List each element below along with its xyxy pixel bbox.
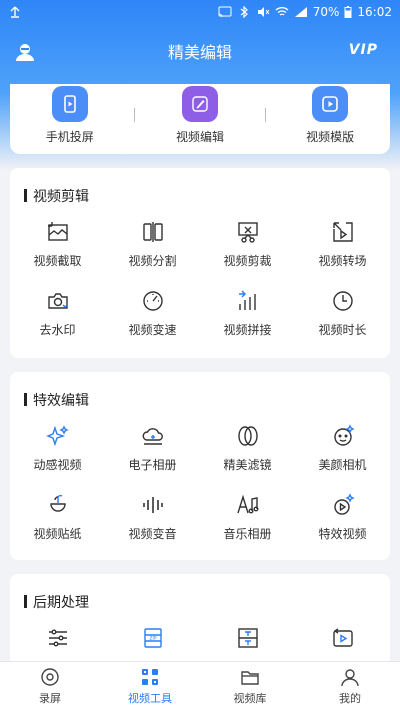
crop-icon [47, 222, 68, 241]
tool-dynamic-video[interactable]: 动感视频 [10, 424, 105, 473]
app-header: 精美编辑 VIP [0, 28, 400, 74]
tool-text[interactable] [200, 626, 295, 650]
section-post-processing: 后期处理 ZIP [10, 574, 390, 674]
user-icon[interactable] [14, 41, 36, 63]
split-icon [142, 222, 163, 242]
adjust-sliders-icon [48, 629, 67, 647]
quick-action-video-edit[interactable]: 视频编辑 [145, 86, 255, 145]
quick-action-screen-cast[interactable]: 手机投屏 [15, 86, 125, 145]
nav-video-tools[interactable]: 视频工具 [100, 662, 200, 711]
cloud-album-icon [142, 428, 163, 445]
status-bar: 70% 16:02 [0, 0, 400, 24]
transition-icon [332, 222, 353, 242]
speed-icon [142, 291, 163, 311]
section-effects: 特效编辑 动感视频 电子相册 精美滤镜 美颜相机 视频贴纸 视频变音 音乐相册 [10, 372, 390, 560]
vip-button[interactable]: VIP [349, 42, 378, 58]
cut-icon [237, 222, 258, 243]
quick-action-label: 视频模版 [306, 130, 355, 144]
tools-icon [142, 669, 158, 685]
tool-video-sticker[interactable]: 视频贴纸 [10, 493, 105, 542]
video-template-icon [312, 86, 349, 122]
tool-compress[interactable]: ZIP [105, 626, 200, 650]
tool-video-merge[interactable]: 视频拼接 [200, 289, 295, 338]
quick-action-video-template[interactable]: 视频模版 [275, 86, 385, 145]
battery-percent: 70% [312, 5, 340, 19]
section-title: 特效编辑 [24, 390, 89, 410]
divider [134, 108, 136, 122]
tool-adjust[interactable] [10, 626, 105, 650]
tool-effects-video[interactable]: 特效视频 [295, 493, 390, 542]
divider [264, 108, 266, 122]
svg-text:ZIP: ZIP [149, 636, 156, 642]
tool-video-capture[interactable]: 视频截取 [10, 220, 105, 269]
folder-icon [241, 671, 259, 685]
tool-voice-change[interactable]: 视频变音 [105, 493, 200, 542]
tool-electronic-album[interactable]: 电子相册 [105, 424, 200, 473]
cast-icon [218, 6, 232, 18]
sparkle-icon [45, 425, 69, 447]
merge-icon [238, 290, 256, 310]
tool-beauty-camera[interactable]: 美颜相机 [295, 424, 390, 473]
music-album-icon [236, 494, 259, 514]
tool-video-cut[interactable]: 视频剪裁 [200, 220, 295, 269]
upload-icon [10, 6, 20, 18]
clock-icon [332, 291, 353, 311]
tool-video-speed[interactable]: 视频变速 [105, 289, 200, 338]
mute-icon [257, 7, 270, 17]
text-icon [237, 628, 258, 648]
filter-icon [237, 426, 258, 446]
nav-profile[interactable]: 我的 [300, 662, 400, 711]
wifi-icon [275, 7, 289, 16]
bluetooth-icon [240, 6, 248, 18]
page-title: 精美编辑 [167, 43, 232, 62]
clock-time: 16:02 [357, 5, 392, 19]
quick-action-label: 手机投屏 [45, 130, 94, 144]
nav-video-library[interactable]: 视频库 [200, 662, 300, 711]
tool-reverse[interactable] [295, 626, 390, 650]
tool-remove-watermark[interactable]: 去水印 [10, 289, 105, 338]
beauty-face-icon [333, 424, 355, 446]
tool-music-album[interactable]: 音乐相册 [200, 493, 295, 542]
section-title: 后期处理 [24, 592, 89, 612]
pencil-icon [181, 86, 218, 122]
tool-video-split[interactable]: 视频分割 [105, 220, 200, 269]
quick-action-label: 视频编辑 [175, 130, 224, 144]
section-video-edit: 视频剪辑 视频截取 视频分割 视频剪裁 视频转场 去水印 视频变速 视频拼接 视… [10, 168, 390, 358]
quick-actions-card: 手机投屏 视频编辑 视频模版 [10, 84, 390, 154]
tool-filters[interactable]: 精美滤镜 [200, 424, 295, 473]
nav-record[interactable]: 录屏 [0, 662, 100, 711]
reverse-play-icon [332, 628, 353, 647]
bottom-navigation: 录屏 视频工具 视频库 我的 [0, 661, 400, 711]
effects-video-icon [333, 493, 355, 515]
tool-video-duration[interactable]: 视频时长 [295, 289, 390, 338]
record-icon [41, 668, 59, 686]
signal-icon [294, 7, 307, 17]
screen-cast-icon [51, 86, 88, 122]
sticker-icon [49, 494, 66, 512]
section-title: 视频剪辑 [24, 186, 89, 206]
zip-compress-icon: ZIP [143, 628, 162, 648]
remove-watermark-icon [47, 293, 68, 309]
voice-change-icon [142, 497, 163, 513]
battery-icon [344, 6, 352, 18]
tool-video-transition[interactable]: 视频转场 [295, 220, 390, 269]
profile-icon [341, 669, 359, 687]
